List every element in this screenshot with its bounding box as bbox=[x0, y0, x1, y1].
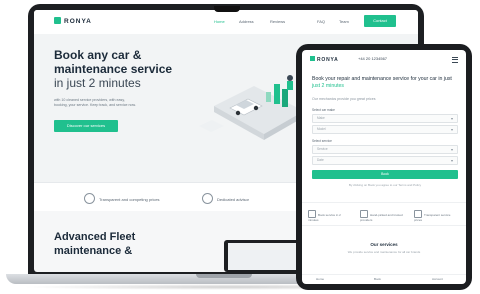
price-tag-icon bbox=[414, 210, 422, 218]
nav-reviews[interactable]: Reviews bbox=[270, 19, 285, 24]
services-title: Our services bbox=[370, 242, 398, 247]
book-button[interactable]: Book bbox=[312, 170, 458, 179]
logo-text: RONYA bbox=[64, 18, 92, 25]
bottom-home[interactable]: Home bbox=[316, 277, 324, 281]
discover-services-button[interactable]: Discover our services bbox=[54, 120, 118, 132]
terms-note: By clicking on Book you agree to our Ter… bbox=[348, 183, 422, 187]
chevron-down-icon: ▾ bbox=[450, 158, 453, 163]
logo-mark-icon bbox=[54, 17, 61, 24]
laptop-navbar: RONYA Home Address Reviews FAQ Team Cont… bbox=[34, 10, 418, 34]
mechanic-icon bbox=[287, 75, 293, 90]
chevron-down-icon: ▾ bbox=[450, 147, 453, 152]
car-make-label: Select car make bbox=[312, 108, 335, 112]
hero-title: Book any car & maintenance service in ju… bbox=[54, 48, 173, 90]
advisor-icon bbox=[202, 193, 213, 204]
tablet-features: Book service in 2 minutes Hand-picked an… bbox=[302, 202, 466, 226]
laptop-notch bbox=[196, 274, 252, 278]
feature-advisor: Dedicated advisor bbox=[202, 193, 249, 204]
nav-home[interactable]: Home bbox=[214, 19, 225, 24]
feature-fast-booking: Book service in 2 minutes bbox=[308, 210, 352, 222]
contact-button[interactable]: Contact bbox=[364, 15, 396, 27]
make-select[interactable]: Make ▾ bbox=[312, 114, 458, 123]
service-select[interactable]: Service ▾ bbox=[312, 145, 458, 154]
feature-trusted: Hand-picked and trusted providers bbox=[360, 210, 404, 222]
logo-mark-icon bbox=[310, 56, 315, 61]
tablet-subheading: Our mechanics provide you great prices bbox=[312, 97, 376, 101]
tablet-screen: RONYA +44 20 1234567 Book your repair an… bbox=[302, 50, 466, 284]
hero-text: with 10 cleaned service providers, with … bbox=[54, 98, 136, 107]
price-tag-icon bbox=[84, 193, 95, 204]
date-select[interactable]: Date ▾ bbox=[312, 156, 458, 165]
model-select[interactable]: Model ▾ bbox=[312, 125, 458, 134]
laptop-logo[interactable]: RONYA bbox=[54, 17, 92, 25]
service-label: Select service bbox=[312, 139, 332, 143]
laptop-camera bbox=[214, 6, 240, 12]
nav-address[interactable]: Address bbox=[239, 19, 254, 24]
nav-faq[interactable]: FAQ bbox=[317, 19, 325, 24]
chevron-down-icon: ▾ bbox=[450, 116, 453, 121]
tablet-logo[interactable]: RONYA bbox=[310, 56, 339, 63]
hamburger-menu-icon[interactable] bbox=[452, 57, 458, 63]
tablet-phone[interactable]: +44 20 1234567 bbox=[358, 56, 387, 61]
feature-prices: Transparent and competing prices bbox=[84, 193, 160, 204]
feature-prices: Transparent service prices bbox=[414, 210, 458, 222]
clock-icon bbox=[308, 210, 316, 218]
bottom-account[interactable]: Account bbox=[432, 277, 443, 281]
fleet-section-title: Advanced Fleet maintenance & bbox=[54, 231, 136, 257]
services-subtitle: We provide service and maintenance for a… bbox=[347, 250, 421, 254]
shield-icon bbox=[360, 210, 368, 218]
nav-team[interactable]: Team bbox=[339, 19, 349, 24]
tablet-bottom-bar: Home Book Account bbox=[302, 274, 466, 284]
bottom-book[interactable]: Book bbox=[374, 277, 381, 281]
tablet-heading: Book your repair and maintenance service… bbox=[312, 76, 452, 89]
chevron-down-icon: ▾ bbox=[450, 127, 453, 132]
